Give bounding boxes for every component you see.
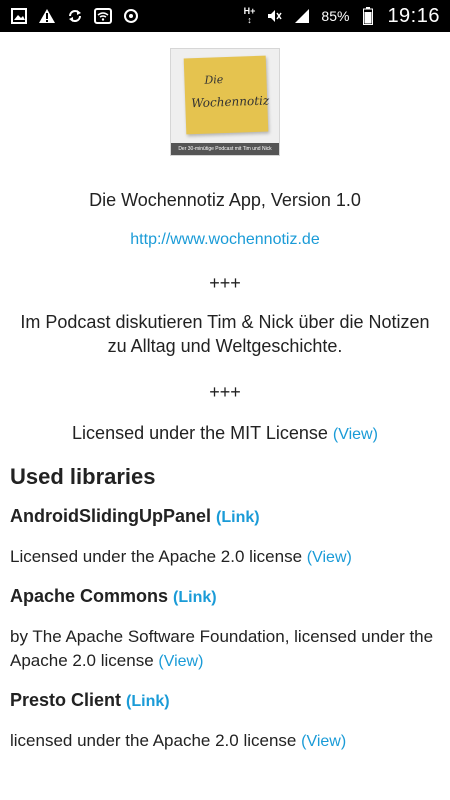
app-description: Im Podcast diskutieren Tim & Nick über d… [20, 312, 430, 356]
view-license-link[interactable]: (View) [158, 653, 203, 670]
status-bar-left [10, 7, 140, 25]
library-title: AndroidSlidingUpPanel [10, 506, 211, 526]
view-license-link[interactable]: (View) [301, 733, 346, 750]
library-link[interactable]: (Link) [126, 693, 170, 710]
image-icon [10, 7, 28, 25]
separator: +++ [209, 382, 241, 402]
logo-sticky-note: Die Wochennotiz [183, 55, 270, 135]
library-license: by The Apache Software Foundation, licen… [10, 625, 440, 674]
logo-wrapper: Die Wochennotiz Der 30-minütige Podcast … [10, 48, 440, 156]
logo-title-line-2: Wochennotiz [191, 93, 270, 111]
warning-icon [38, 7, 56, 25]
data-saver-icon [122, 7, 140, 25]
used-libraries-heading: Used libraries [10, 464, 156, 489]
app-title: Die Wochennotiz App, Version 1.0 [89, 190, 361, 210]
library-license-text: Licensed under the Apache 2.0 license [10, 547, 303, 566]
view-license-link[interactable]: (View) [307, 549, 352, 566]
library-license-text: licensed under the Apache 2.0 license [10, 731, 297, 750]
clock: 19:16 [387, 4, 440, 27]
signal-icon [293, 7, 311, 25]
view-mit-license-link[interactable]: (View) [333, 426, 378, 443]
library-license-text: by The Apache Software Foundation, licen… [10, 627, 434, 670]
library-link[interactable]: (Link) [216, 509, 260, 526]
mute-icon [265, 7, 283, 25]
status-bar-right: H+ ↕ 85% 19:16 [244, 5, 440, 28]
battery-icon [359, 7, 377, 25]
status-bar: H+ ↕ 85% 19:16 [0, 0, 450, 32]
library-license: Licensed under the Apache 2.0 license (V… [10, 545, 440, 570]
library-name: AndroidSlidingUpPanel (Link) [10, 506, 440, 527]
separator: +++ [209, 273, 241, 293]
library-title: Presto Client [10, 690, 122, 710]
about-content: Die Wochennotiz Der 30-minütige Podcast … [0, 48, 450, 754]
network-type-icon: H+ ↕ [243, 6, 256, 25]
wifi-box-icon [94, 7, 112, 25]
logo-caption: Der 30-minütige Podcast mit Tim und Nick [171, 143, 279, 155]
app-license: Licensed under the MIT License (View) [10, 423, 440, 444]
battery-percent: 85% [321, 8, 350, 24]
sync-icon [66, 7, 84, 25]
library-name: Presto Client (Link) [10, 690, 440, 711]
library-title: Apache Commons [10, 586, 169, 606]
app-logo: Die Wochennotiz Der 30-minütige Podcast … [170, 48, 280, 156]
app-license-text: Licensed under the MIT License [72, 423, 328, 443]
library-link[interactable]: (Link) [173, 589, 217, 606]
library-license: licensed under the Apache 2.0 license (V… [10, 729, 440, 754]
website-link[interactable]: http://www.wochennotiz.de [10, 231, 440, 249]
library-name: Apache Commons (Link) [10, 586, 440, 607]
logo-title-line-1: Die [204, 73, 224, 87]
